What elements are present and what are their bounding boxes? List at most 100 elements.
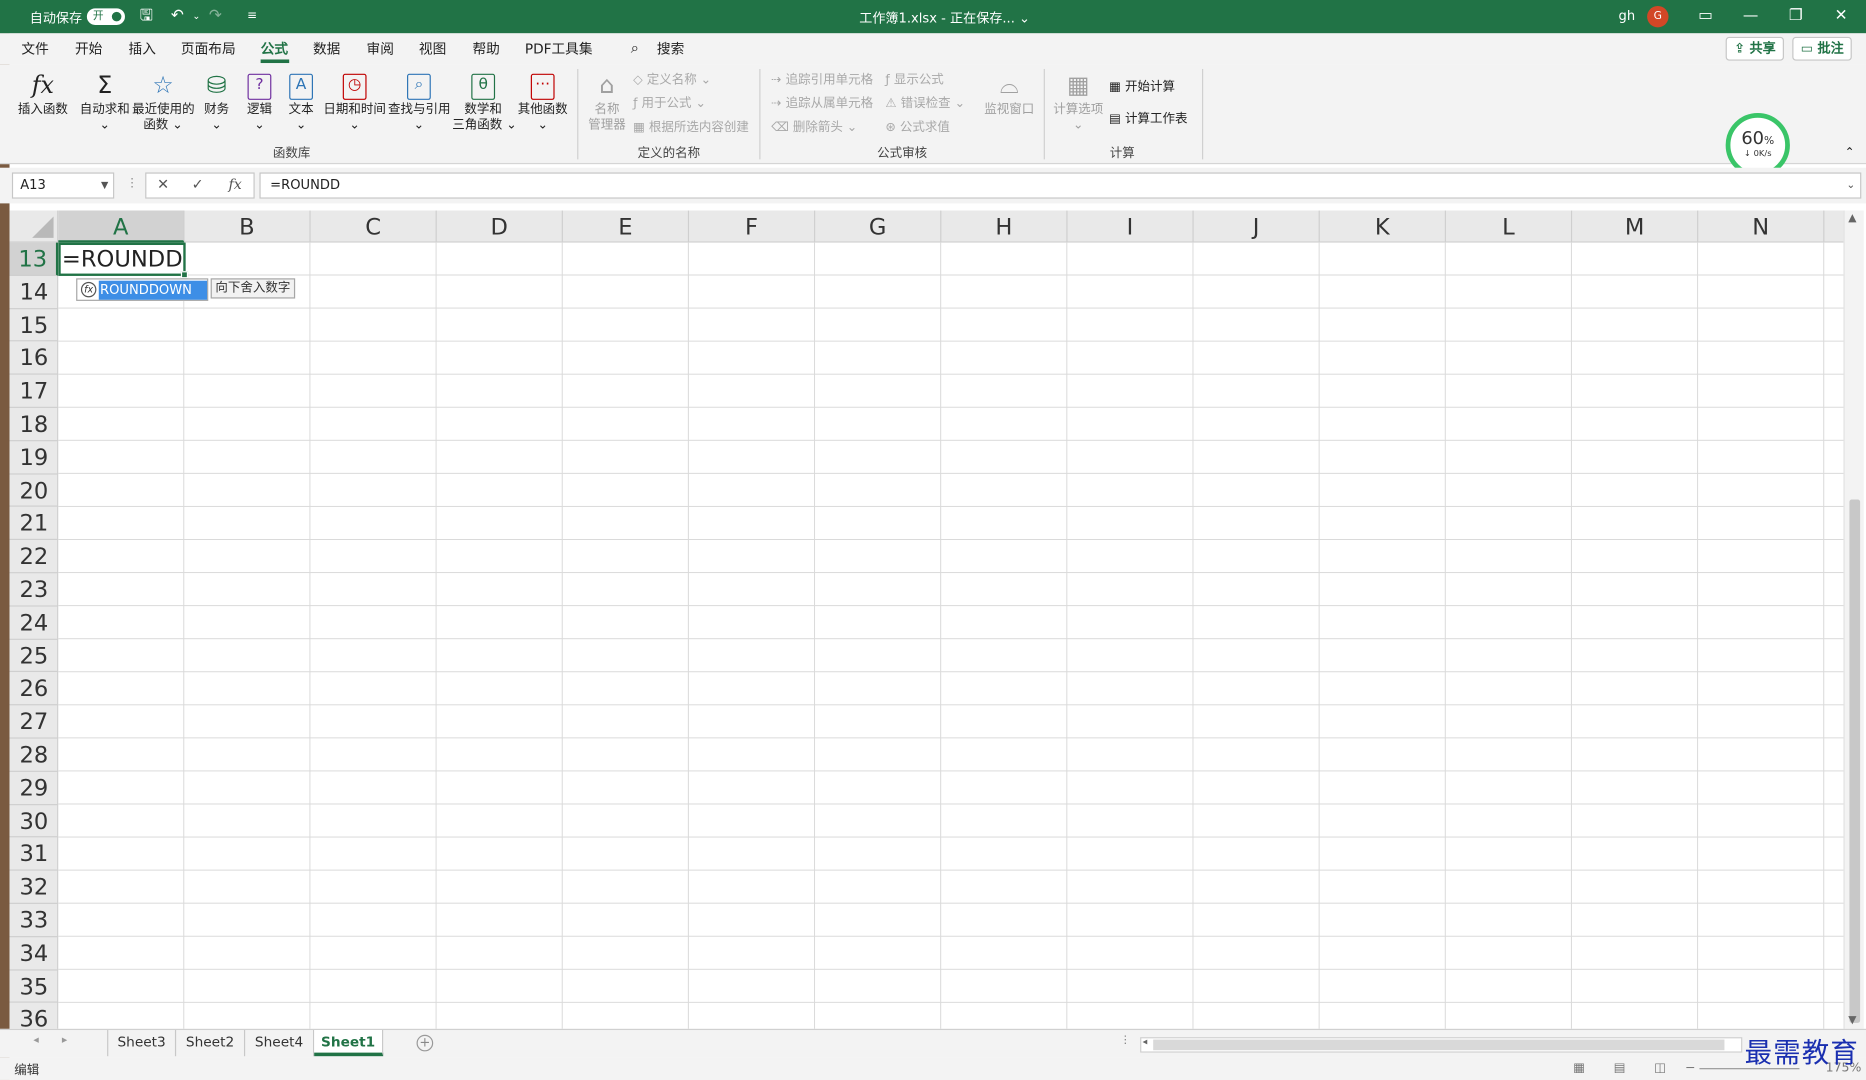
tab-view[interactable]: 视图 bbox=[419, 39, 446, 58]
row-header[interactable]: 17 bbox=[9, 375, 59, 408]
use-in-formula-button[interactable]: ƒ 用于公式 ⌄ bbox=[633, 95, 706, 112]
column-header[interactable]: I bbox=[1068, 210, 1194, 243]
autosave-toggle[interactable]: 开 bbox=[86, 8, 125, 25]
sheet-tab[interactable]: Sheet3 bbox=[107, 1030, 177, 1057]
sheet-tab-active[interactable]: Sheet1 bbox=[314, 1030, 384, 1057]
tab-home[interactable]: 开始 bbox=[75, 39, 102, 58]
minimize-icon[interactable]: — bbox=[1728, 0, 1773, 33]
define-name-button[interactable]: ◇ 定义名称 ⌄ bbox=[633, 71, 711, 88]
column-header[interactable]: F bbox=[689, 210, 816, 243]
tab-page-layout[interactable]: 页面布局 bbox=[181, 39, 236, 58]
column-header[interactable]: A bbox=[58, 210, 185, 243]
ribbon-display-icon[interactable]: ▭ bbox=[1683, 0, 1728, 33]
create-from-selection-button[interactable]: ▦ 根据所选内容创建 bbox=[633, 119, 749, 136]
watch-window-button[interactable]: ⌓ 监视窗口 bbox=[983, 69, 1035, 118]
fill-handle[interactable] bbox=[180, 271, 189, 279]
save-icon[interactable]: 🖫 bbox=[136, 6, 157, 27]
customize-qat-icon[interactable]: ≡ bbox=[242, 6, 263, 27]
scroll-down-icon[interactable]: ▼ bbox=[1848, 1015, 1856, 1027]
prev-sheet-icon[interactable]: ◂ bbox=[33, 1035, 38, 1047]
search-label[interactable]: 搜索 bbox=[657, 39, 684, 58]
chevron-down-icon[interactable]: ▼ bbox=[101, 174, 108, 198]
page-layout-icon[interactable]: ▤ bbox=[1614, 1061, 1626, 1075]
row-header[interactable]: 33 bbox=[9, 904, 59, 938]
row-header[interactable]: 34 bbox=[9, 937, 59, 971]
lookup-reference-button[interactable]: ⌕ 查找与引用 ⌄ bbox=[388, 69, 450, 133]
tab-help[interactable]: 帮助 bbox=[472, 39, 499, 58]
cancel-icon[interactable]: ✕ bbox=[157, 176, 169, 193]
logical-button[interactable]: ? 逻辑 ⌄ bbox=[243, 69, 276, 133]
error-checking-button[interactable]: ⚠ 错误检查 ⌄ bbox=[885, 95, 965, 112]
search-icon[interactable]: ⌕ bbox=[631, 39, 639, 57]
splitter-icon[interactable]: ⋮ bbox=[126, 177, 138, 190]
redo-icon[interactable]: ↷ bbox=[205, 6, 226, 27]
zoom-out-icon[interactable]: − bbox=[1685, 1061, 1695, 1075]
enter-icon[interactable]: ✓ bbox=[192, 176, 204, 193]
row-header[interactable]: 25 bbox=[9, 639, 59, 673]
row-header[interactable]: 21 bbox=[9, 507, 59, 541]
insert-function-button[interactable]: fx 插入函数 bbox=[17, 69, 69, 118]
column-header[interactable]: M bbox=[1572, 210, 1699, 243]
comments-button[interactable]: ▭ 批注 bbox=[1792, 36, 1853, 61]
financial-button[interactable]: ⛁ 财务 ⌄ bbox=[200, 69, 233, 133]
add-sheet-icon[interactable]: + bbox=[416, 1034, 434, 1052]
expand-formula-bar-icon[interactable]: ⌄ bbox=[1846, 174, 1855, 198]
row-header[interactable]: 19 bbox=[9, 441, 59, 475]
row-header[interactable]: 28 bbox=[9, 739, 59, 772]
sheet-tab[interactable]: Sheet2 bbox=[176, 1030, 246, 1057]
row-header[interactable]: 22 bbox=[9, 540, 59, 574]
collapse-ribbon-icon[interactable]: ⌃ bbox=[1845, 145, 1855, 162]
row-header[interactable]: 30 bbox=[9, 805, 59, 838]
column-header[interactable]: G bbox=[815, 210, 942, 243]
row-header[interactable]: 24 bbox=[9, 606, 59, 640]
autocomplete-list[interactable]: fx ROUNDDOWN bbox=[76, 278, 209, 301]
tab-data[interactable]: 数据 bbox=[313, 39, 340, 58]
normal-view-icon[interactable]: ▦ bbox=[1573, 1061, 1585, 1075]
date-time-button[interactable]: ◷ 日期和时间 ⌄ bbox=[323, 69, 387, 133]
column-header[interactable]: D bbox=[437, 210, 563, 243]
horizontal-scroll-thumb[interactable] bbox=[1153, 1039, 1725, 1051]
row-header[interactable]: 26 bbox=[9, 672, 59, 706]
close-icon[interactable]: ✕ bbox=[1818, 0, 1863, 33]
avatar[interactable]: G bbox=[1647, 5, 1669, 28]
row-header[interactable]: 27 bbox=[9, 706, 59, 739]
row-header[interactable]: 16 bbox=[9, 342, 59, 375]
sheet-tab[interactable]: Sheet4 bbox=[245, 1030, 315, 1057]
column-header[interactable]: L bbox=[1446, 210, 1573, 243]
calculate-now-button[interactable]: ▦ 开始计算 bbox=[1109, 79, 1175, 96]
recently-used-button[interactable]: ☆ 最近使用的 函数 ⌄ bbox=[132, 69, 194, 133]
tab-formulas[interactable]: 公式 bbox=[261, 39, 288, 58]
evaluate-formula-button[interactable]: ⊛ 公式求值 bbox=[885, 119, 949, 136]
column-header[interactable]: N bbox=[1698, 210, 1825, 243]
tab-splitter-icon[interactable]: ⋮ bbox=[1120, 1035, 1131, 1047]
column-header[interactable]: K bbox=[1320, 210, 1446, 243]
next-sheet-icon[interactable]: ▸ bbox=[62, 1035, 67, 1047]
tab-insert[interactable]: 插入 bbox=[129, 39, 156, 58]
row-header[interactable]: 29 bbox=[9, 772, 59, 805]
insert-function-icon[interactable]: fx bbox=[228, 176, 241, 193]
column-header[interactable]: B bbox=[184, 210, 311, 243]
horizontal-scrollbar[interactable]: ◂ bbox=[1140, 1036, 1743, 1053]
trace-dependents-button[interactable]: ⇢ 追踪从属单元格 bbox=[771, 95, 873, 112]
trace-precedents-button[interactable]: ⇢ 追踪引用单元格 bbox=[771, 71, 873, 88]
more-functions-button[interactable]: ··· 其他函数 ⌄ bbox=[517, 69, 569, 133]
row-header[interactable]: 32 bbox=[9, 871, 59, 904]
formula-input[interactable]: =ROUNDD ⌄ bbox=[259, 172, 1862, 199]
calculate-sheet-button[interactable]: ▤ 计算工作表 bbox=[1109, 111, 1187, 128]
row-header[interactable]: 31 bbox=[9, 838, 59, 871]
column-header[interactable]: J bbox=[1194, 210, 1320, 243]
vertical-scrollbar[interactable]: ▲ ▼ bbox=[1843, 210, 1864, 1029]
share-button[interactable]: ⇪ 共享 bbox=[1725, 36, 1785, 61]
tab-review[interactable]: 审阅 bbox=[367, 39, 394, 58]
math-trig-button[interactable]: θ 数学和 三角函数 ⌄ bbox=[452, 69, 517, 133]
row-header[interactable]: 15 bbox=[9, 309, 59, 342]
name-manager-button[interactable]: ⌂ 名称 管理器 bbox=[586, 69, 629, 133]
tab-file[interactable]: 文件 bbox=[21, 39, 48, 58]
autosum-button[interactable]: Σ 自动求和 ⌄ bbox=[79, 69, 131, 133]
row-header[interactable]: 14 bbox=[9, 276, 59, 309]
cell-grid[interactable] bbox=[58, 242, 1844, 1029]
restore-icon[interactable]: ❐ bbox=[1773, 0, 1818, 33]
select-all-corner[interactable] bbox=[9, 210, 59, 243]
remove-arrows-button[interactable]: ⌫ 删除箭头 ⌄ bbox=[771, 119, 857, 136]
column-header[interactable]: H bbox=[941, 210, 1068, 243]
